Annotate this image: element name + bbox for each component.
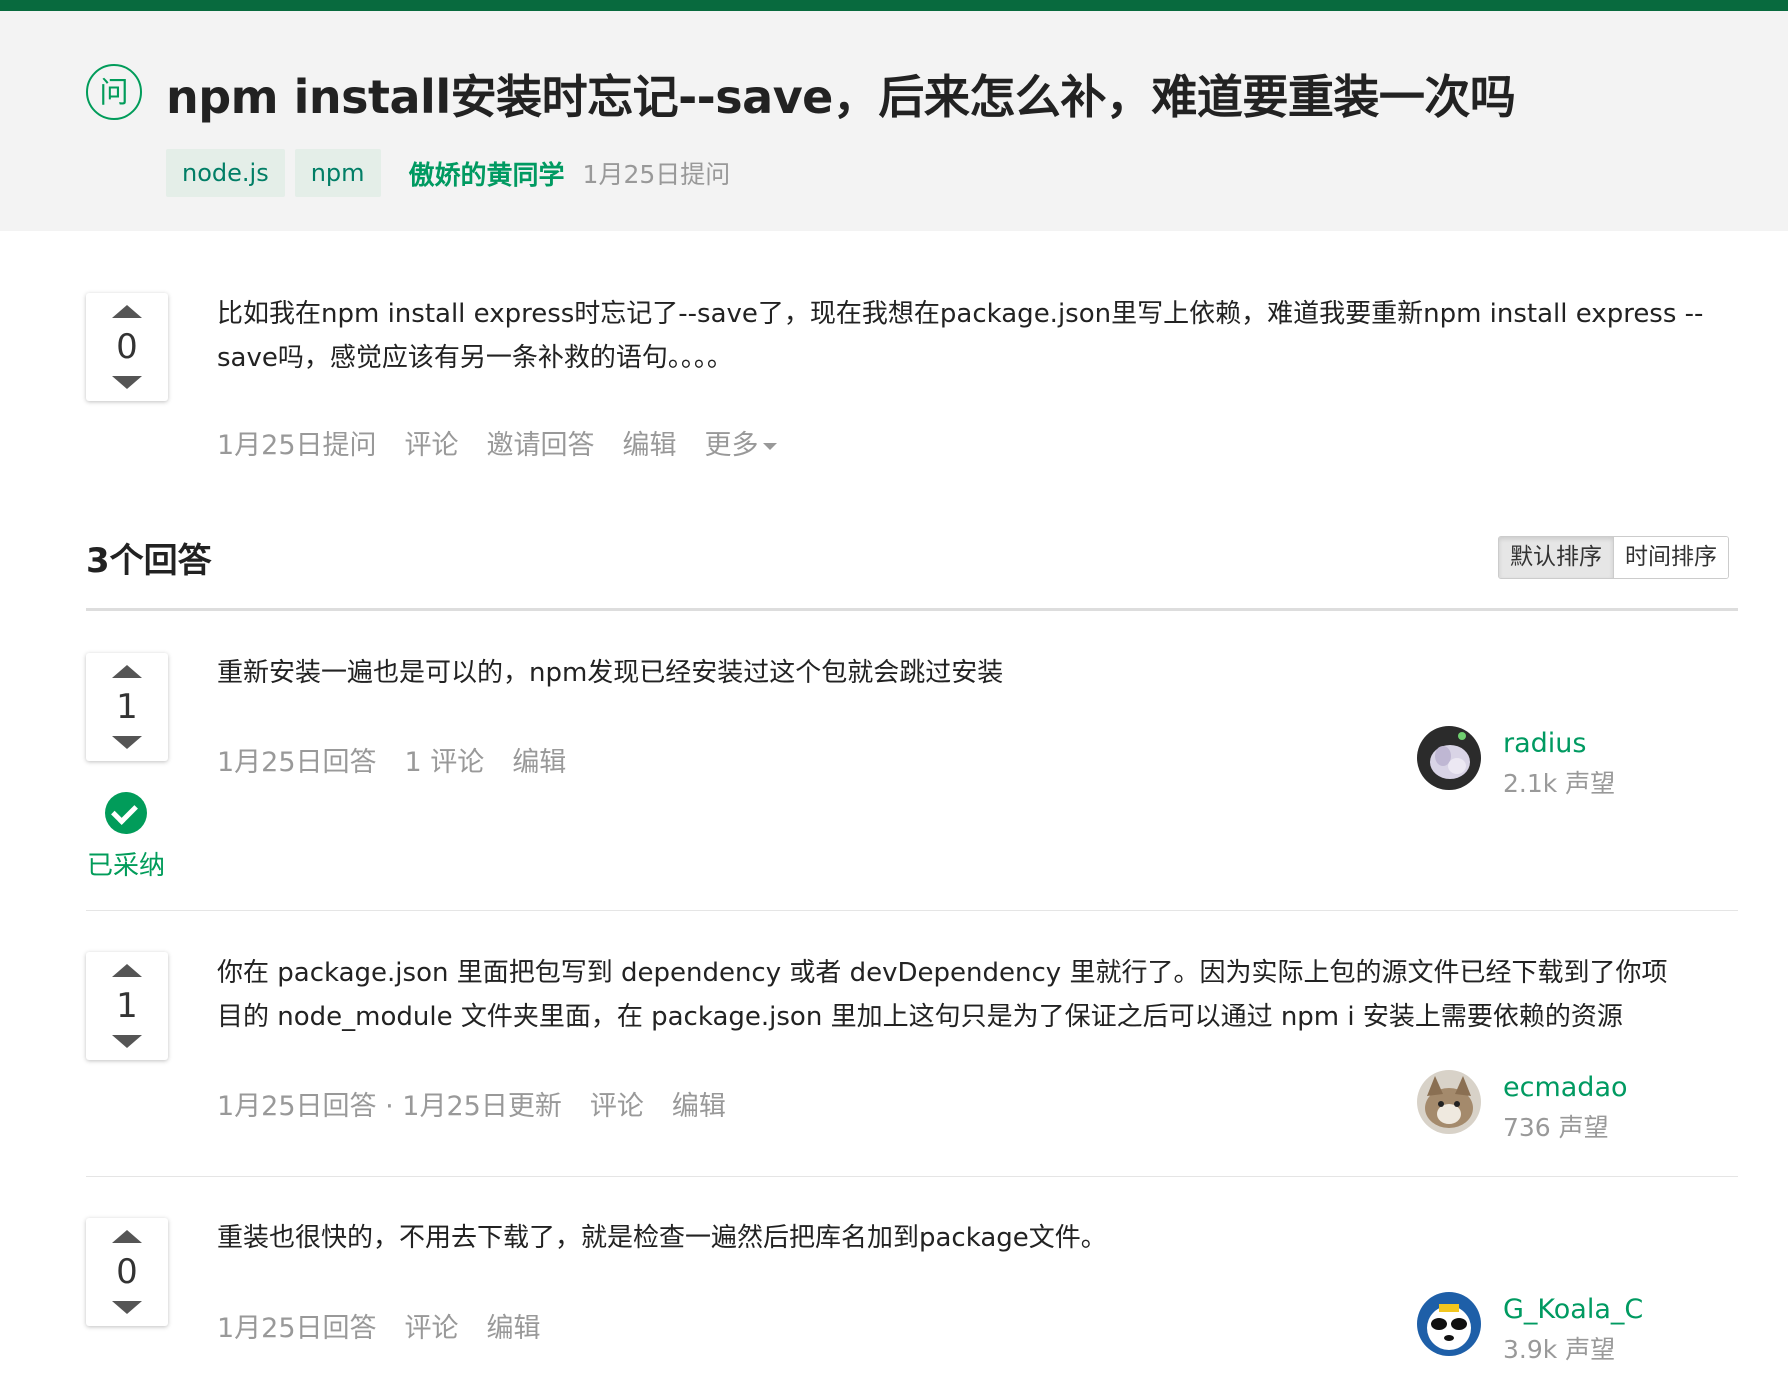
- accepted-label: 已采纳: [87, 851, 166, 881]
- answer-body-line: 重装也很快的，不用去下载了，就是检查一遍然后把库名加到package文件。: [217, 1223, 1107, 1253]
- vote-up-icon[interactable]: [112, 665, 142, 678]
- answer-body-line: 你在 package.json 里面把包写到 dependency 或者 dev…: [217, 958, 1668, 988]
- answer-time: 1月25日回答: [217, 1313, 377, 1344]
- page-title: npm install安装时忘记--save，后来怎么补，难道要重装一次吗: [166, 70, 1516, 124]
- answer-vote-count: 1: [116, 986, 138, 1026]
- answer-body-line: 重新安装一遍也是可以的，npm发现已经安装过这个包就会跳过安装: [217, 658, 1004, 688]
- question-meta: node.js npm 傲娇的黄同学 1月25日提问: [166, 149, 730, 197]
- question-asked-time: 1月25日提问: [582, 160, 731, 189]
- answer-time: 1月25日回答 · 1月25日更新: [217, 1091, 562, 1122]
- avatar[interactable]: [1417, 1070, 1481, 1134]
- answer-body: 你在 package.json 里面把包写到 dependency 或者 dev…: [217, 951, 1747, 1039]
- answer-user-reputation: 3.9k 声望: [1503, 1335, 1616, 1364]
- avatar[interactable]: [1417, 726, 1481, 790]
- comment-link[interactable]: 评论: [405, 1306, 459, 1345]
- question-vote-box: 0: [86, 293, 168, 401]
- answers-count-heading: 3个回答: [86, 541, 212, 581]
- tag-nodejs[interactable]: node.js: [166, 149, 285, 197]
- vote-down-icon[interactable]: [112, 1035, 142, 1048]
- answer-body: 重装也很快的，不用去下载了，就是检查一遍然后把库名加到package文件。: [217, 1216, 1497, 1260]
- answer-vote-count: 0: [116, 1252, 138, 1292]
- comment-link[interactable]: 评论: [405, 423, 459, 462]
- comment-link[interactable]: 评论: [590, 1084, 644, 1123]
- answer-time: 1月25日回答: [217, 747, 377, 778]
- caret-down-icon: [762, 443, 777, 450]
- edit-link[interactable]: 编辑: [512, 740, 566, 779]
- answer-user-reputation: 2.1k 声望: [1503, 769, 1616, 798]
- question-body-line: save吗，感觉应该有另一条补救的语句。。。。: [217, 343, 733, 373]
- sort-toggle: 默认排序 时间排序: [1498, 536, 1729, 579]
- answer-user-name[interactable]: radius: [1503, 728, 1586, 759]
- answer-body-line: 目的 node_module 文件夹里面，在 package.json 里加上这…: [217, 1002, 1623, 1032]
- vote-up-icon[interactable]: [112, 305, 142, 318]
- answer-user-reputation: 736 声望: [1503, 1113, 1609, 1142]
- more-label: 更多: [704, 430, 759, 461]
- edit-link[interactable]: 编辑: [623, 423, 677, 462]
- question-header: 问 npm install安装时忘记--save，后来怎么补，难道要重装一次吗 …: [0, 11, 1788, 231]
- answer-vote-box: 0: [86, 1218, 168, 1326]
- accepted-check-icon: [105, 792, 147, 834]
- more-dropdown[interactable]: 更多: [705, 423, 777, 462]
- sort-time-button[interactable]: 时间排序: [1614, 537, 1728, 578]
- question-actions: 1月25日提问 评论 邀请回答 编辑 更多: [217, 423, 805, 462]
- answer-user-name[interactable]: ecmadao: [1503, 1072, 1628, 1103]
- avatar[interactable]: [1417, 1292, 1481, 1356]
- vote-down-icon[interactable]: [112, 1301, 142, 1314]
- answer-actions: 1月25日回答 评论 编辑: [217, 1306, 569, 1345]
- answer-divider: [86, 1176, 1738, 1177]
- answer-actions: 1月25日回答 1 评论 编辑: [217, 740, 594, 779]
- question-body-line: 比如我在npm install express时忘记了--save了，现在我想在…: [217, 299, 1704, 329]
- vote-up-icon[interactable]: [112, 964, 142, 977]
- invite-answer-link[interactable]: 邀请回答: [487, 423, 595, 462]
- answer-actions: 1月25日回答 · 1月25日更新 评论 编辑: [217, 1084, 754, 1123]
- answer-vote-count: 1: [116, 687, 138, 727]
- edit-link[interactable]: 编辑: [487, 1306, 541, 1345]
- answer-divider: [86, 910, 1738, 911]
- tag-npm[interactable]: npm: [294, 149, 381, 197]
- answer-body: 重新安装一遍也是可以的，npm发现已经安装过这个包就会跳过安装: [217, 651, 1497, 695]
- answer-vote-box: 1: [86, 952, 168, 1060]
- question-badge-icon: 问: [86, 64, 142, 120]
- answers-divider: [86, 608, 1738, 611]
- answer-user-name[interactable]: G_Koala_C: [1503, 1294, 1643, 1325]
- edit-link[interactable]: 编辑: [672, 1084, 726, 1123]
- sort-default-button[interactable]: 默认排序: [1499, 537, 1614, 578]
- comment-link[interactable]: 1 评论: [405, 740, 485, 779]
- question-vote-count: 0: [116, 327, 138, 367]
- vote-down-icon[interactable]: [112, 376, 142, 389]
- top-accent-bar: [0, 0, 1788, 11]
- question-time: 1月25日提问: [217, 430, 377, 461]
- question-body: 比如我在npm install express时忘记了--save了，现在我想在…: [217, 292, 1747, 380]
- answer-vote-box: 1: [86, 653, 168, 761]
- question-author-link[interactable]: 傲娇的黄同学: [409, 155, 565, 192]
- vote-up-icon[interactable]: [112, 1230, 142, 1243]
- vote-down-icon[interactable]: [112, 736, 142, 749]
